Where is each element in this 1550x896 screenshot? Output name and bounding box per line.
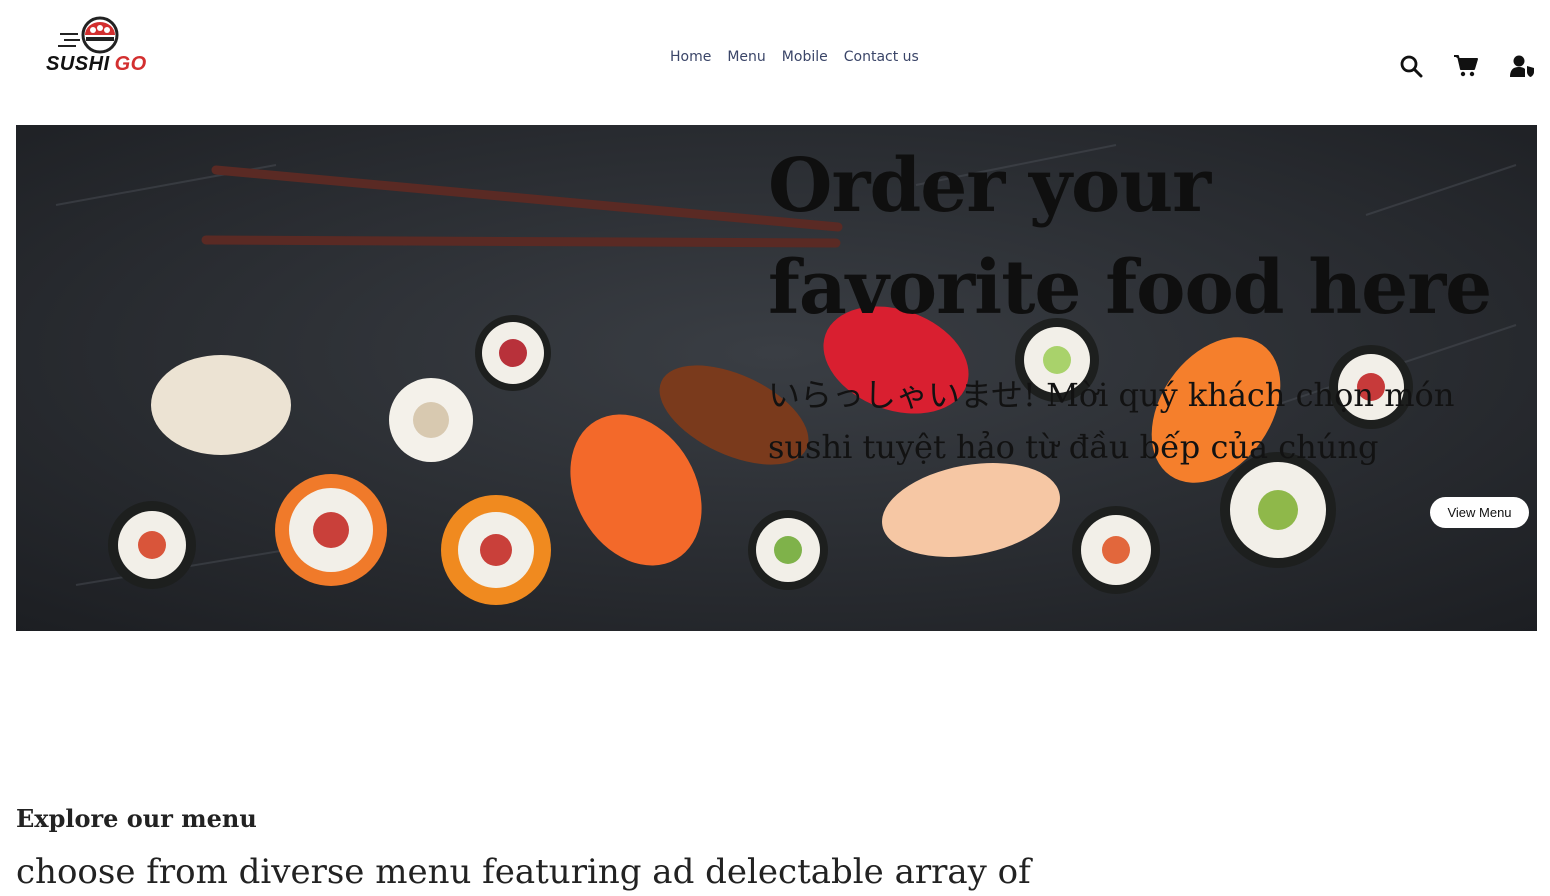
search-icon — [1400, 55, 1423, 78]
hero-title: Order your favorite food here — [768, 143, 1492, 331]
hero-subtitle: いらっしゃいませ! Mời quý khách chọn món sushi t… — [768, 376, 1455, 466]
nav-item-menu[interactable]: Menu — [719, 44, 773, 70]
brand-word-go: GO — [114, 53, 147, 75]
brand-logo[interactable]: SUSHI GO — [46, 16, 156, 78]
explore-menu-title: Explore our menu — [16, 804, 257, 833]
brand-word-sushi: SUSHI — [46, 53, 110, 75]
user-shield-icon — [1510, 55, 1534, 77]
cart-button[interactable] — [1452, 52, 1480, 80]
explore-menu-description: choose from diverse menu featuring ad de… — [16, 852, 1031, 892]
search-button[interactable] — [1397, 52, 1425, 80]
nav-item-home[interactable]: Home — [662, 44, 719, 70]
site-header: SUSHI GO Home Menu Mobile Contact us — [0, 0, 1550, 120]
account-button[interactable] — [1509, 52, 1537, 80]
nav-item-contact-us[interactable]: Contact us — [836, 44, 927, 70]
nav-item-mobile[interactable]: Mobile — [774, 44, 836, 70]
brand-wordmark: SUSHI GO — [46, 52, 147, 76]
hero-banner: Order your favorite food here いらっしゃいませ! … — [16, 125, 1537, 631]
main-nav: Home Menu Mobile Contact us — [662, 44, 927, 70]
sushi-logo-icon — [58, 16, 119, 54]
view-menu-button[interactable]: View Menu — [1430, 497, 1529, 528]
cart-icon — [1454, 55, 1478, 77]
